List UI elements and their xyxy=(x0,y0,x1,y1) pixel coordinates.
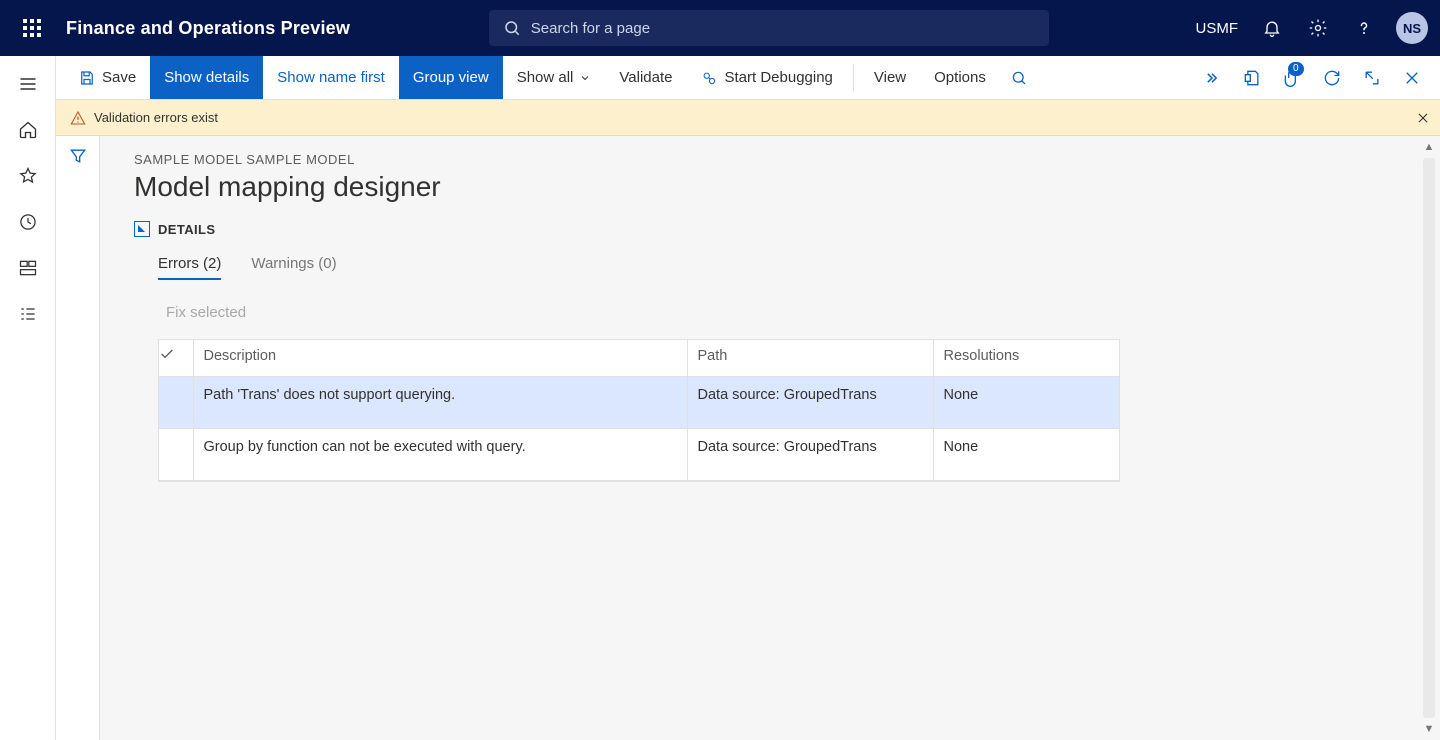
col-resolutions[interactable]: Resolutions xyxy=(933,340,1119,376)
tab-warnings[interactable]: Warnings (0) xyxy=(251,255,336,280)
search-icon xyxy=(503,19,521,37)
row-select[interactable] xyxy=(159,376,193,428)
home-icon[interactable] xyxy=(6,108,50,152)
page-content: SAMPLE MODEL SAMPLE MODEL Model mapping … xyxy=(100,136,1440,740)
find-button[interactable] xyxy=(1000,56,1038,99)
cell-resolutions: None xyxy=(933,376,1119,428)
bell-icon[interactable] xyxy=(1252,8,1292,48)
banner-text: Validation errors exist xyxy=(94,110,218,125)
top-bar: Finance and Operations Preview Search fo… xyxy=(0,0,1440,56)
start-debugging-label: Start Debugging xyxy=(724,69,832,86)
errors-table: Description Path Resolutions Path 'Trans… xyxy=(158,339,1120,482)
show-all-button[interactable]: Show all xyxy=(503,56,606,99)
attach-badge: 0 xyxy=(1288,62,1304,76)
gear-icon[interactable] xyxy=(1298,8,1338,48)
hamburger-icon[interactable] xyxy=(6,62,50,106)
tab-errors[interactable]: Errors (2) xyxy=(158,255,221,280)
fix-selected-button[interactable]: Fix selected xyxy=(166,304,1406,321)
start-debugging-button[interactable]: Start Debugging xyxy=(686,56,846,99)
scrollbar[interactable]: ▲ ▼ xyxy=(1420,136,1438,740)
show-all-label: Show all xyxy=(517,69,574,86)
attach-icon[interactable]: 0 xyxy=(1274,60,1310,96)
table-row[interactable]: Group by function can not be executed wi… xyxy=(159,428,1119,480)
show-details-button[interactable]: Show details xyxy=(150,56,263,99)
view-button[interactable]: View xyxy=(860,56,920,99)
show-name-first-button[interactable]: Show name first xyxy=(263,56,399,99)
cell-resolutions: None xyxy=(933,428,1119,480)
group-view-button[interactable]: Group view xyxy=(399,56,503,99)
collapse-toggle[interactable] xyxy=(134,221,150,237)
company-label[interactable]: USMF xyxy=(1188,20,1247,37)
nav-rail xyxy=(0,56,56,740)
waffle-icon[interactable] xyxy=(12,8,52,48)
help-icon[interactable] xyxy=(1344,8,1384,48)
refresh-icon[interactable] xyxy=(1314,60,1350,96)
page-title: Model mapping designer xyxy=(134,171,1406,203)
save-icon xyxy=(78,69,96,87)
table-row[interactable]: Path 'Trans' does not support querying.D… xyxy=(159,376,1119,428)
filter-strip xyxy=(56,136,100,740)
cell-description: Path 'Trans' does not support querying. xyxy=(193,376,687,428)
row-select[interactable] xyxy=(159,428,193,480)
triangle-up-icon xyxy=(137,224,147,234)
breadcrumb: SAMPLE MODEL SAMPLE MODEL xyxy=(134,152,1406,167)
cell-description: Group by function can not be executed wi… xyxy=(193,428,687,480)
recent-icon[interactable] xyxy=(6,200,50,244)
validation-banner: Validation errors exist xyxy=(56,100,1440,136)
banner-close-icon[interactable] xyxy=(1416,111,1430,125)
chevron-down-icon xyxy=(579,72,591,84)
filter-icon[interactable] xyxy=(68,146,88,740)
avatar[interactable]: NS xyxy=(1396,12,1428,44)
office-icon[interactable] xyxy=(1234,60,1270,96)
options-button[interactable]: Options xyxy=(920,56,1000,99)
cell-path: Data source: GroupedTrans xyxy=(687,428,933,480)
scroll-down-icon[interactable]: ▼ xyxy=(1420,720,1438,738)
popout-icon[interactable] xyxy=(1354,60,1390,96)
validate-button[interactable]: Validate xyxy=(605,56,686,99)
modules-icon[interactable] xyxy=(6,292,50,336)
search-input[interactable]: Search for a page xyxy=(489,10,1049,46)
col-select[interactable] xyxy=(159,340,193,376)
details-label: DETAILS xyxy=(158,222,215,237)
scroll-up-icon[interactable]: ▲ xyxy=(1420,138,1438,156)
star-icon[interactable] xyxy=(6,154,50,198)
workspace-icon[interactable] xyxy=(6,246,50,290)
search-icon xyxy=(1010,69,1028,87)
close-icon[interactable] xyxy=(1394,60,1430,96)
debug-icon xyxy=(700,69,718,87)
save-label: Save xyxy=(102,69,136,86)
connector-icon[interactable] xyxy=(1194,60,1230,96)
tabs: Errors (2) Warnings (0) xyxy=(158,255,1406,280)
col-description[interactable]: Description xyxy=(193,340,687,376)
search-placeholder: Search for a page xyxy=(531,20,650,37)
cell-path: Data source: GroupedTrans xyxy=(687,376,933,428)
app-title: Finance and Operations Preview xyxy=(66,18,350,39)
col-path[interactable]: Path xyxy=(687,340,933,376)
warning-icon xyxy=(70,110,86,126)
save-button[interactable]: Save xyxy=(64,56,150,99)
action-bar: Save Show details Show name first Group … xyxy=(56,56,1440,100)
scroll-track[interactable] xyxy=(1423,158,1435,718)
check-icon xyxy=(159,346,175,362)
